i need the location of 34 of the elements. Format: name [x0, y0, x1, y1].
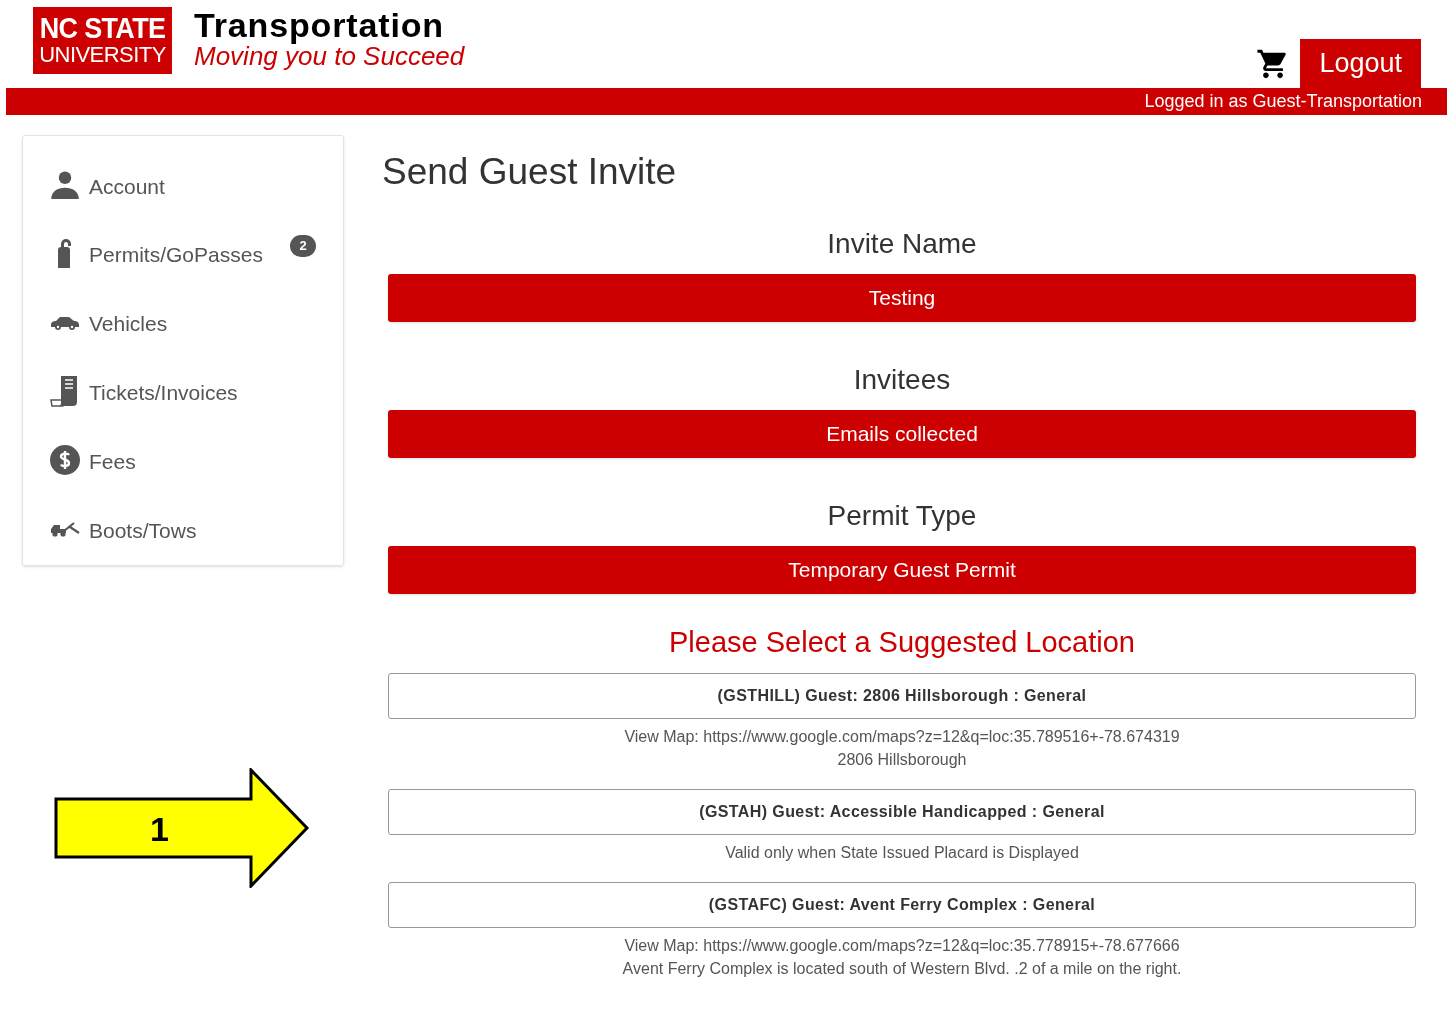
field-label: Invitees	[852, 366, 952, 394]
field-label: Permit Type	[826, 502, 978, 530]
site-title: Transportation	[194, 8, 445, 42]
location-note: Avent Ferry Complex is located south of Western Blvd. .2 of a mile on the right.	[622, 959, 1182, 979]
field-value: Emails collected	[388, 410, 1416, 458]
location-option[interactable]: (GSTAFC) Guest: Avent Ferry Complex : General	[388, 882, 1416, 928]
sidebar-item[interactable]: Fees	[50, 427, 343, 497]
field-value: Testing	[388, 274, 1416, 322]
location-prompt: Please Select a Suggested Location	[668, 628, 1136, 657]
location-option[interactable]: (GSTHILL) Guest: 2806 Hillsborough : General	[388, 673, 1416, 719]
university-logo[interactable]: NC STATE UNIVERSITY	[33, 7, 172, 74]
site-tagline: Moving you to Succeed	[194, 43, 465, 69]
logout-button[interactable]: Logout	[1300, 39, 1421, 88]
tow-truck-icon	[50, 520, 80, 537]
logged-in-text: Logged in as Guest-Transportation	[1144, 90, 1422, 113]
location-option[interactable]: (GSTAH) Guest: Accessible Handicapped : General	[388, 789, 1416, 835]
page-title: Send Guest Invite	[382, 153, 678, 190]
location-note: Valid only when State Issued Placard is Displayed	[725, 843, 1079, 863]
field-value: Temporary Guest Permit	[388, 546, 1416, 594]
sidebar-item[interactable]: Account	[50, 152, 343, 221]
receipt-icon	[50, 374, 80, 407]
sidebar-item[interactable]: Boots/Tows	[50, 496, 343, 565]
location-note: View Map: https://www.google.com/maps?z=12&q=loc:35.778915+-78.677666	[624, 936, 1180, 956]
sidebar-item[interactable]: Vehicles	[50, 289, 343, 359]
location-note: 2806 Hillsborough	[837, 750, 967, 770]
field-label: Invite Name	[826, 230, 978, 258]
sidebar-item[interactable]: Tickets/Invoices	[50, 358, 343, 428]
count-badge: 2	[290, 234, 316, 257]
location-note: View Map: https://www.google.com/maps?z=12&q=loc:35.789516+-78.674319	[624, 727, 1180, 747]
sidebar-item[interactable]: Permits/GoPasses 2	[50, 220, 343, 290]
car-icon	[50, 314, 80, 331]
person-icon	[50, 169, 80, 200]
dollar-icon	[50, 444, 80, 475]
callout-number: 1	[150, 809, 169, 850]
